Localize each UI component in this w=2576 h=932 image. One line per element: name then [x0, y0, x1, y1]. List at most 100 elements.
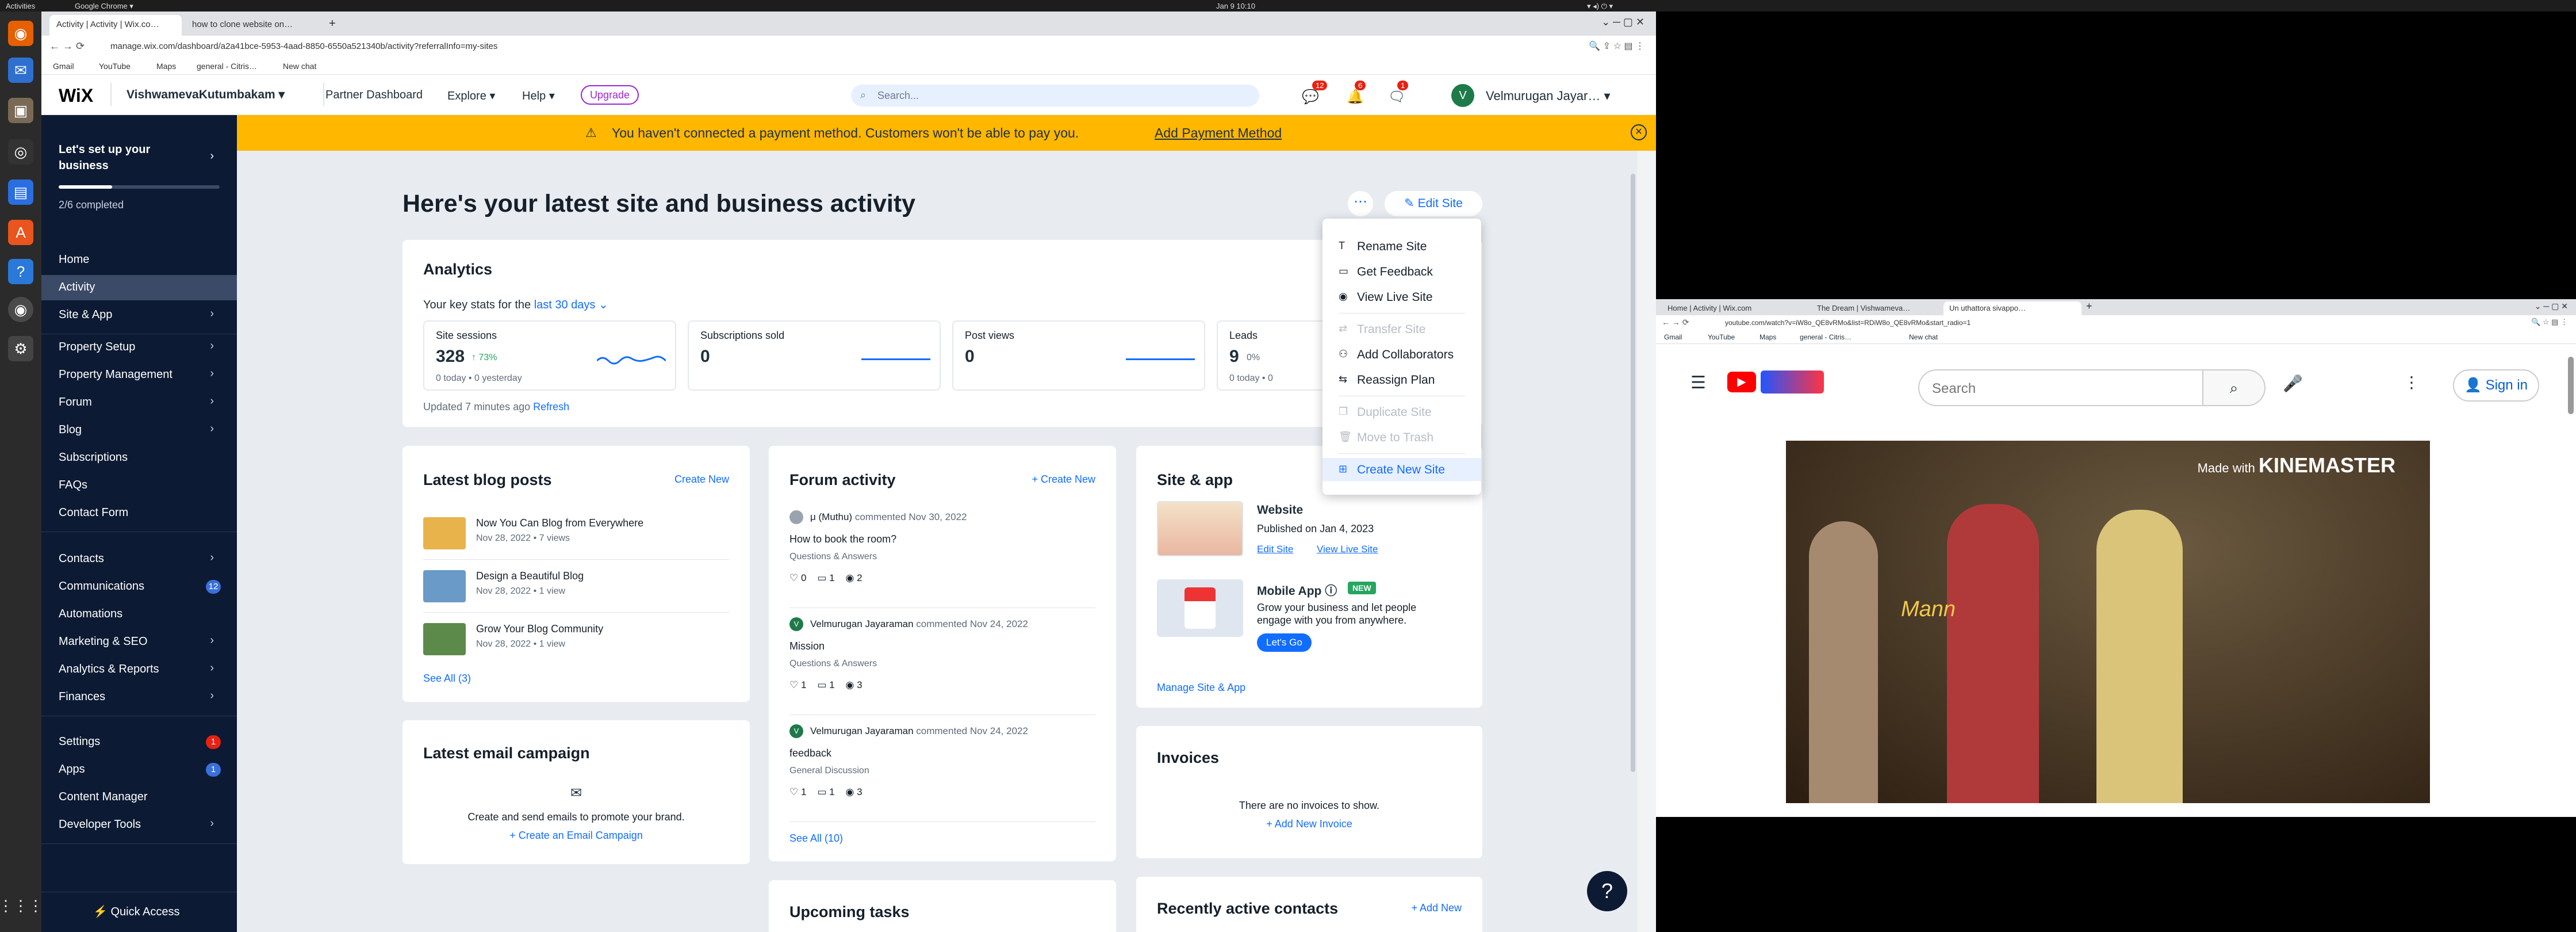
stat-subscriptions-sold[interactable]: Subscriptions sold 0 — [688, 320, 941, 391]
tab-the-dream[interactable]: The Dream | Vishwameva… — [1811, 301, 1943, 315]
stat-site-sessions[interactable]: Site sessions 328 ↑ 73% 0 today • 0 yest… — [423, 320, 676, 391]
files-icon[interactable]: ▣ — [8, 98, 33, 123]
menu-item-reassign-plan[interactable]: ⇆ Reassign Plan — [1322, 368, 1481, 391]
app-menu[interactable]: Google Chrome ▾ — [75, 2, 133, 11]
yt-more-icon[interactable]: ⋮ — [2404, 373, 2420, 392]
yt-window-controls[interactable]: ⌄ ─ ▢ ✕ — [2535, 301, 2568, 311]
forum-post-item[interactable]: V Velmurugan Jayaraman commented Nov 24, … — [789, 724, 1095, 822]
messages-icon[interactable]: 💬 — [1302, 89, 1319, 105]
yt-bookmark-youtube[interactable]: YouTube — [1708, 333, 1735, 341]
lets-go-button[interactable]: Let's Go — [1257, 633, 1312, 652]
add-invoice-link[interactable]: + Add New Invoice — [1136, 818, 1482, 830]
yt-toolbar-icons[interactable]: 🔍 ☆ ▤ ⋮ — [2531, 318, 2568, 327]
sidebar-item-subscriptions[interactable]: Subscriptions — [41, 445, 237, 471]
video-player[interactable]: Made with KINEMASTER Mann — [1786, 441, 2430, 803]
firefox-icon[interactable]: ◉ — [8, 21, 33, 46]
yt-sign-in-button[interactable]: 👤 Sign in — [2453, 369, 2539, 402]
window-controls[interactable]: ⌄ ─ ▢ ✕ — [1601, 16, 1644, 28]
yt-new-tab-button[interactable]: + — [2086, 300, 2092, 312]
system-tray-icons[interactable]: ▾ ◂) ⏻ ▾ — [1587, 2, 1613, 11]
activities-button[interactable]: Activities — [6, 2, 35, 10]
bookmark-new-chat[interactable]: New chat — [283, 62, 316, 71]
menu-item-create-new-site[interactable]: ⊞ Create New Site — [1322, 458, 1481, 481]
blog-post-item[interactable]: Grow Your Blog Community Nov 28, 2022 • 1… — [423, 620, 729, 666]
settings-icon[interactable]: ⚙ — [8, 336, 33, 361]
tab-youtube-video[interactable]: Un uthattora sivappo… — [1943, 301, 2082, 315]
help-menu[interactable]: Help ▾ — [522, 89, 555, 103]
see-all-forum-link[interactable]: See All (10) — [789, 832, 843, 845]
sidebar-item-apps[interactable]: Apps 1 — [41, 757, 237, 782]
sidebar-item-developer-tools[interactable]: Developer Tools › — [41, 812, 237, 838]
bookmark-youtube[interactable]: YouTube — [99, 62, 131, 71]
wix-logo[interactable]: WiX — [59, 85, 93, 106]
sidebar-item-home[interactable]: Home — [41, 247, 237, 273]
tab-wix-activity[interactable]: Activity | Activity | Wix.co… — [49, 15, 182, 36]
sidebar-item-contacts[interactable]: Contacts › — [41, 547, 237, 572]
explore-menu[interactable]: Explore ▾ — [447, 89, 495, 103]
show-apps-icon[interactable]: ⋮⋮⋮ — [0, 893, 43, 918]
bookmark-gmail[interactable]: Gmail — [53, 62, 74, 71]
inbox-icon[interactable]: 🗨 — [1388, 89, 1405, 105]
yt-url-field[interactable]: youtube.com/watch?v=iW8o_QE8vRMo&list=RD… — [1725, 319, 1971, 327]
see-all-blog-link[interactable]: See All (3) — [423, 673, 471, 685]
tab-wix-home[interactable]: Home | Activity | Wix.com — [1662, 301, 1811, 315]
yt-bookmark-new-chat[interactable]: New chat — [1909, 333, 1938, 341]
help-fab-button[interactable]: ? — [1587, 871, 1627, 911]
blog-post-item[interactable]: Design a Beautiful Blog Nov 28, 2022 • 1 … — [423, 567, 729, 613]
partner-dashboard-link[interactable]: Partner Dashboard — [325, 89, 423, 102]
create-forum-post-link[interactable]: + Create New — [1032, 473, 1095, 486]
main-scrollbar[interactable] — [1631, 174, 1635, 772]
chrome-icon[interactable]: ◉ — [8, 297, 33, 322]
sidebar-item-property-management[interactable]: Property Management › — [41, 362, 237, 388]
yt-bookmark-gmail[interactable]: Gmail — [1664, 333, 1682, 341]
youtube-logo-icon[interactable]: ▶ — [1727, 372, 1756, 392]
menu-item-rename-site[interactable]: T Rename Site — [1322, 235, 1481, 258]
sidebar-item-finances[interactable]: Finances › — [41, 685, 237, 710]
yt-search-input[interactable]: Search — [1918, 369, 2203, 406]
create-blog-link[interactable]: Create New — [674, 473, 729, 486]
manage-site-app-link[interactable]: Manage Site & App — [1157, 682, 1245, 694]
yt-search-icon[interactable]: ⌕ — [2202, 369, 2266, 406]
help-icon[interactable]: ? — [8, 259, 33, 284]
sidebar-item-communications[interactable]: Communications 12 — [41, 574, 237, 599]
bookmark-general[interactable]: general - Citris… — [197, 62, 257, 71]
clock[interactable]: Jan 9 10:10 — [1216, 2, 1255, 10]
youtube-doodle[interactable] — [1761, 370, 1824, 394]
tab-clone-website[interactable]: how to clone website on… — [185, 15, 317, 36]
notifications-icon[interactable]: 🔔 — [1347, 89, 1364, 105]
sidebar-item-activity[interactable]: Activity — [41, 275, 237, 300]
writer-icon[interactable]: ▤ — [8, 179, 33, 205]
setup-title[interactable]: Let's set up your business — [59, 142, 197, 174]
site-selector[interactable]: VishwamevaKutumbakam ▾ — [126, 87, 285, 102]
yt-bookmark-maps[interactable]: Maps — [1759, 333, 1776, 341]
bookmark-maps[interactable]: Maps — [156, 62, 176, 71]
sidebar-item-automations[interactable]: Automations — [41, 602, 237, 627]
yt-bookmark-general[interactable]: general - Citris… — [1800, 333, 1851, 341]
hamburger-menu-icon[interactable]: ☰ — [1690, 373, 1706, 393]
refresh-link[interactable]: Refresh — [533, 401, 569, 412]
sidebar-item-content-manager[interactable]: Content Manager — [41, 785, 237, 810]
forum-post-item[interactable]: V Velmurugan Jayaraman commented Nov 24, … — [789, 617, 1095, 715]
sidebar-item-analytics-reports[interactable]: Analytics & Reports › — [41, 657, 237, 682]
website-thumbnail[interactable] — [1157, 501, 1243, 556]
menu-item-view-live-site[interactable]: ◉ View Live Site — [1322, 285, 1481, 308]
yt-scrollbar[interactable] — [2568, 357, 2574, 414]
add-contact-link[interactable]: + Add New — [1411, 902, 1462, 914]
sidebar-item-faqs[interactable]: FAQs — [41, 473, 237, 498]
rhythmbox-icon[interactable]: ◎ — [8, 139, 33, 165]
more-actions-button[interactable]: ⋯ — [1348, 191, 1373, 216]
sidebar-item-blog[interactable]: Blog › — [41, 418, 237, 443]
nav-back-forward-reload-icons[interactable]: ← → ⟳ — [49, 40, 85, 52]
sidebar-item-forum[interactable]: Forum › — [41, 390, 237, 415]
forum-post-item[interactable]: μ (Muthu) commented Nov 30, 2022 How to b… — [789, 510, 1095, 608]
edit-site-button[interactable]: ✎ Edit Site — [1385, 191, 1482, 216]
sidebar-item-settings[interactable]: Settings 1 — [41, 729, 237, 755]
stat-post-views[interactable]: Post views 0 — [952, 320, 1205, 391]
quick-access-button[interactable]: ⚡ Quick Access — [93, 904, 180, 919]
sidebar-item-site-app[interactable]: Site & App › — [41, 303, 237, 328]
setup-chevron-icon[interactable]: › — [210, 150, 214, 163]
mic-icon[interactable]: 🎤 — [2283, 374, 2303, 393]
close-banner-icon[interactable]: ✕ — [1631, 124, 1647, 140]
menu-item-get-feedback[interactable]: ▭ Get Feedback — [1322, 260, 1481, 283]
sidebar-item-property-setup[interactable]: Property Setup › — [41, 335, 237, 360]
